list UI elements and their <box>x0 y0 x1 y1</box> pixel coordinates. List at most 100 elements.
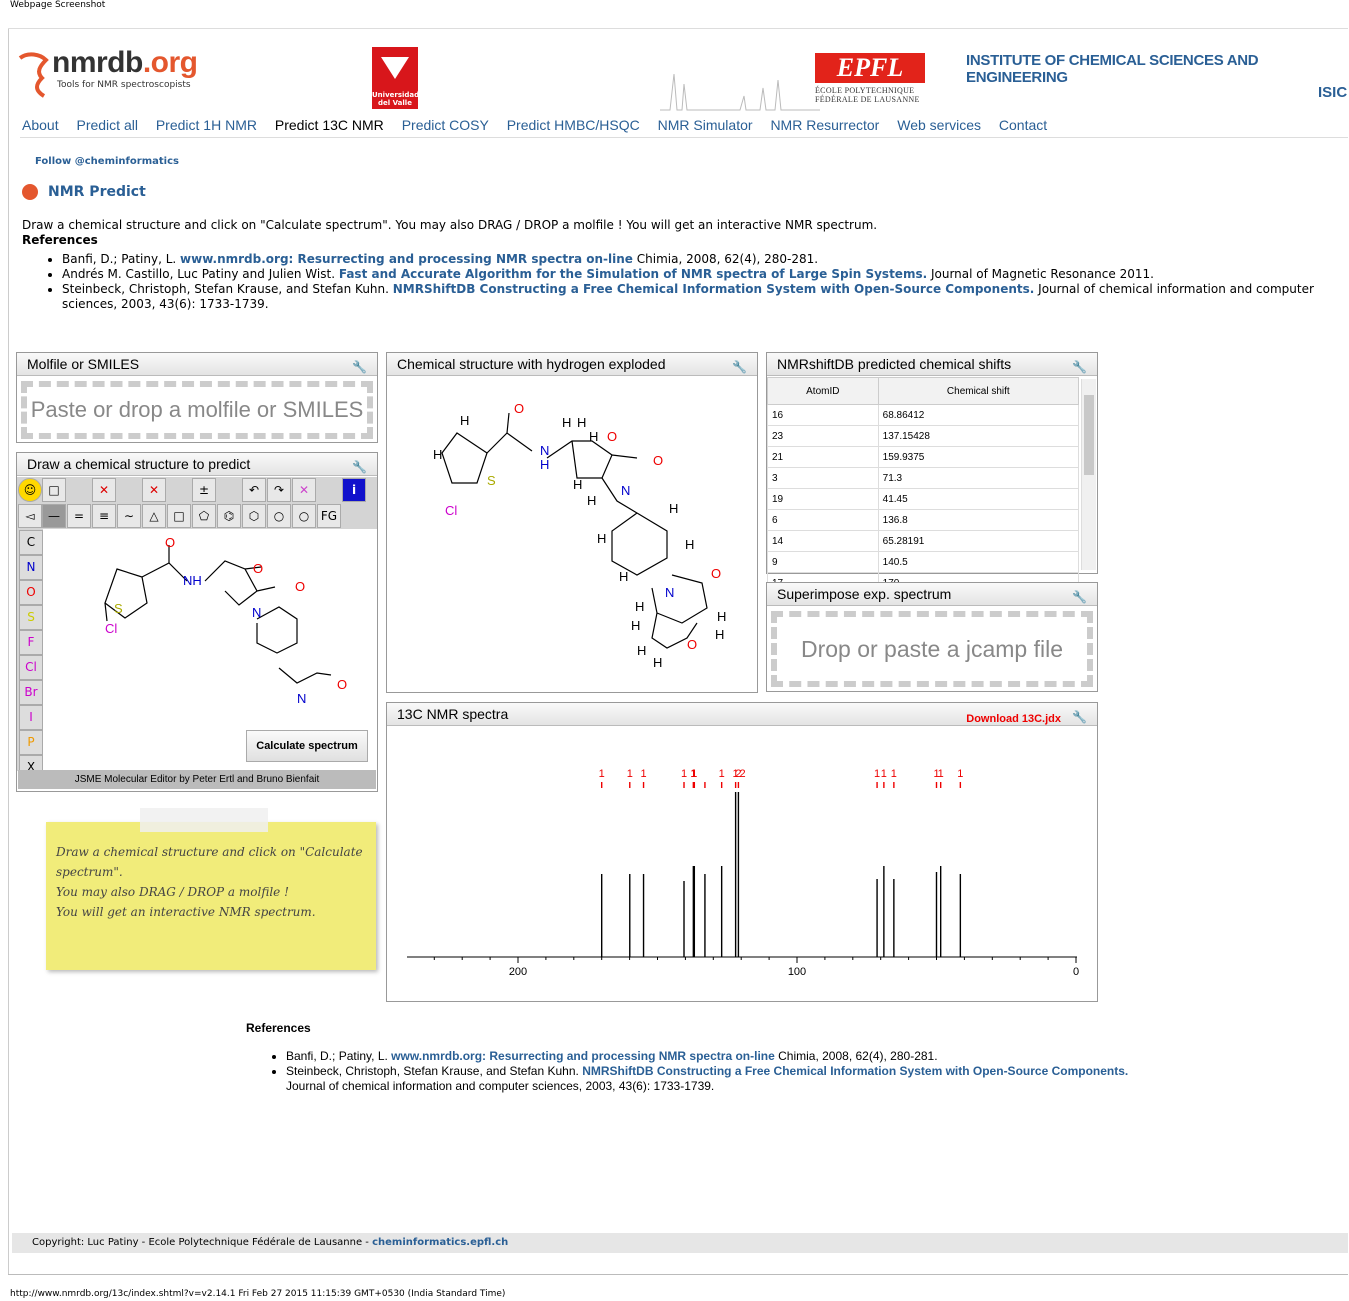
table-row[interactable]: 14 65.28191 <box>767 530 1080 552</box>
table-row[interactable]: 16 68.86412 <box>767 404 1080 426</box>
references-list: Banfi, D.; Patiny, L. www.nmrdb.org: Res… <box>22 252 1349 312</box>
struct-atom: H <box>685 537 694 552</box>
atom-o-button[interactable]: O <box>19 580 43 605</box>
fg-button[interactable]: FG <box>317 504 341 528</box>
nav-about[interactable]: About <box>22 117 59 133</box>
nav-predict-all[interactable]: Predict all <box>76 117 137 133</box>
reference-link[interactable]: www.nmrdb.org: Resurrecting and processi… <box>180 252 633 266</box>
struct-atom: H <box>619 569 628 584</box>
page-url: http://www.nmrdb.org/13c/index.shtml?v=v… <box>10 1289 506 1299</box>
reference-link[interactable]: Fast and Accurate Algorithm for the Simu… <box>339 267 927 281</box>
ring4-icon[interactable]: □ <box>167 504 191 528</box>
nav-predict-hmbc[interactable]: Predict HMBC/HSQC <box>507 117 640 133</box>
col-atomid-header[interactable]: AtomID <box>767 377 879 405</box>
wrench-icon[interactable]: 🔧 <box>352 356 367 378</box>
info-icon[interactable]: i <box>342 478 366 502</box>
wrench-icon[interactable]: 🔧 <box>1072 706 1087 728</box>
ring8-icon[interactable]: ○ <box>292 504 316 528</box>
struct-atom: Cl <box>445 503 457 518</box>
delete-icon[interactable]: ✕ <box>92 478 116 502</box>
mol-atom: O <box>253 561 263 576</box>
table-scrollbar[interactable] <box>1081 379 1096 570</box>
struct-atom: H <box>562 415 571 430</box>
frame-left-border <box>8 28 9 1275</box>
charge-icon[interactable]: ± <box>192 478 216 502</box>
molfile-dropzone[interactable]: Paste or drop a molfile or SMILES <box>21 381 373 439</box>
superimpose-panel: Superimpose exp. spectrum 🔧 Drop or paste… <box>766 582 1098 692</box>
nav-divider <box>20 137 1348 138</box>
ring6-icon[interactable]: ⬡ <box>242 504 266 528</box>
benzene-icon[interactable]: ⌬ <box>217 504 241 528</box>
new-icon[interactable]: □ <box>42 478 66 502</box>
univalle-logo[interactable]: Universidad del Valle <box>372 47 419 109</box>
epfl-logo[interactable]: EPFL <box>815 53 925 83</box>
logo-tagline: Tools for NMR spectroscopists <box>57 80 191 90</box>
table-row[interactable]: 21 159.9375 <box>767 446 1080 468</box>
institute-title[interactable]: INSTITUTE OF CHEMICAL SCIENCES AND ENGIN… <box>966 52 1349 86</box>
nav-nmr-simulator[interactable]: NMR Simulator <box>658 117 753 133</box>
decorative-spectrum-graphic <box>660 73 820 111</box>
table-row[interactable]: 6 136.8 <box>767 509 1080 531</box>
nav-contact[interactable]: Contact <box>999 117 1047 133</box>
undo-icon[interactable]: ↶ <box>242 478 266 502</box>
frame-top-border <box>8 28 1348 29</box>
reference-item: Andrés M. Castillo, Luc Patiny and Julie… <box>62 267 1349 282</box>
footer-link[interactable]: cheminformatics.epfl.ch <box>372 1237 508 1248</box>
jsme-footer: JSME Molecular Editor by Peter Ertl and … <box>18 770 376 789</box>
ring7-icon[interactable]: ○ <box>267 504 291 528</box>
table-row[interactable]: 9 140.5 <box>767 551 1080 573</box>
struct-atom: H <box>587 493 596 508</box>
editor-molecule-canvas[interactable]: O NH O O N O N S Cl <box>47 533 372 763</box>
table-row[interactable]: 23 137.15428 <box>767 425 1080 447</box>
triple-bond-icon[interactable]: ≡ <box>92 504 116 528</box>
peak-count-label: 1 <box>957 768 963 780</box>
peak-count-label: 1 <box>874 768 880 780</box>
redo-icon[interactable]: ↷ <box>267 478 291 502</box>
smiley-icon[interactable]: ☺ <box>18 478 42 502</box>
table-row[interactable]: 3 71.3 <box>767 467 1080 489</box>
calculate-spectrum-button[interactable]: Calculate spectrum <box>246 730 368 762</box>
col-shift-header[interactable]: Chemical shift <box>877 377 1080 405</box>
atom-n-button[interactable]: N <box>19 555 43 580</box>
atom-cl-button[interactable]: Cl <box>19 655 43 680</box>
ring3-icon[interactable]: △ <box>142 504 166 528</box>
chain-icon[interactable]: ∼ <box>117 504 141 528</box>
atom-br-button[interactable]: Br <box>19 680 43 705</box>
nav-predict-cosy[interactable]: Predict COSY <box>402 117 489 133</box>
ring5-icon[interactable]: ⬠ <box>192 504 216 528</box>
atom-c-button[interactable]: C <box>19 530 43 555</box>
wrench-icon[interactable]: 🔧 <box>1072 356 1087 378</box>
single-bond-icon[interactable]: — <box>42 504 66 528</box>
double-bond-icon[interactable]: = <box>67 504 91 528</box>
nav-nmr-resurrector[interactable]: NMR Resurrector <box>770 117 879 133</box>
follow-link[interactable]: Follow @cheminformatics <box>35 156 179 167</box>
atom-f-button[interactable]: F <box>19 630 43 655</box>
isic-link[interactable]: ISIC <box>1318 84 1347 101</box>
atom-i-button[interactable]: I <box>19 705 43 730</box>
reference-link[interactable]: www.nmrdb.org: Resurrecting and processi… <box>391 1049 775 1063</box>
struct-atom: H <box>573 477 582 492</box>
peak-count-label: 1 <box>681 768 687 780</box>
clear-icon[interactable]: ✕ <box>292 478 316 502</box>
atom-s-button[interactable]: S <box>19 605 43 630</box>
struct-atom: N <box>621 483 630 498</box>
nav-predict-1h[interactable]: Predict 1H NMR <box>156 117 257 133</box>
reference-link[interactable]: NMRShiftDB Constructing a Free Chemical … <box>582 1064 1128 1078</box>
reference-link[interactable]: NMRShiftDB Constructing a Free Chemical … <box>393 282 1035 296</box>
wrench-icon[interactable]: 🔧 <box>1072 586 1087 608</box>
delete-r-icon[interactable]: ✕ <box>142 478 166 502</box>
struct-atom: H <box>715 627 724 642</box>
struct-atom: H <box>637 643 646 658</box>
table-row[interactable]: 19 41.45 <box>767 488 1080 510</box>
wrench-icon[interactable]: 🔧 <box>732 356 747 378</box>
scrollbar-thumb[interactable] <box>1084 395 1094 475</box>
wedge-bond-icon[interactable]: ◅ <box>18 504 42 528</box>
wrench-icon[interactable]: 🔧 <box>352 456 367 478</box>
spectrum-canvas[interactable]: 1 1 1 1 11 1 122 1 1 1 11 1 200 100 0 <box>387 727 1097 999</box>
nav-predict-13c[interactable]: Predict 13C NMR <box>275 117 384 133</box>
nmrdb-logo[interactable]: nmrdb.org <box>52 46 198 80</box>
atom-p-button[interactable]: P <box>19 730 43 755</box>
tick-label: 0 <box>1073 966 1079 978</box>
jcamp-dropzone[interactable]: Drop or paste a jcamp file <box>771 611 1093 687</box>
nav-web-services[interactable]: Web services <box>897 117 981 133</box>
